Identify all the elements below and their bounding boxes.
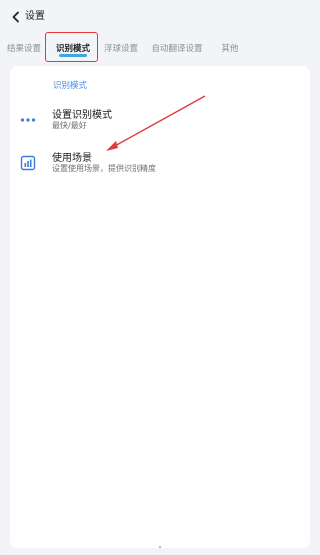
page-title: 设置 (25, 11, 45, 22)
chevron-left-icon (12, 11, 19, 23)
tab-auto-translate-settings[interactable]: 自动翻译设置 (151, 36, 203, 62)
tab-other[interactable]: 其他 (219, 36, 241, 62)
more-dots-icon (18, 110, 38, 130)
setting-title: 设置识别模式 (52, 110, 112, 121)
settings-card: 识别模式 设置识别模式 最快/最好 使用场景 设置使用场景，提供识别精度 (10, 66, 310, 548)
home-indicator (159, 546, 161, 548)
section-title: 识别模式 (53, 81, 88, 91)
tab-floating-ball-settings[interactable]: 浮球设置 (103, 36, 139, 62)
back-button[interactable] (8, 9, 24, 25)
tab-highlight-box (45, 32, 98, 62)
setting-subtitle: 最快/最好 (52, 121, 87, 130)
setting-recognition-mode[interactable]: 设置识别模式 最快/最好 (10, 104, 310, 138)
setting-subtitle: 设置使用场景，提供识别精度 (52, 164, 156, 173)
setting-title: 使用场景 (52, 153, 92, 164)
top-bar: 设置 (0, 0, 320, 34)
setting-usage-scenario[interactable]: 使用场景 设置使用场景，提供识别精度 (10, 147, 310, 181)
chart-icon (18, 153, 38, 173)
tab-result-settings[interactable]: 结果设置 (6, 36, 42, 62)
